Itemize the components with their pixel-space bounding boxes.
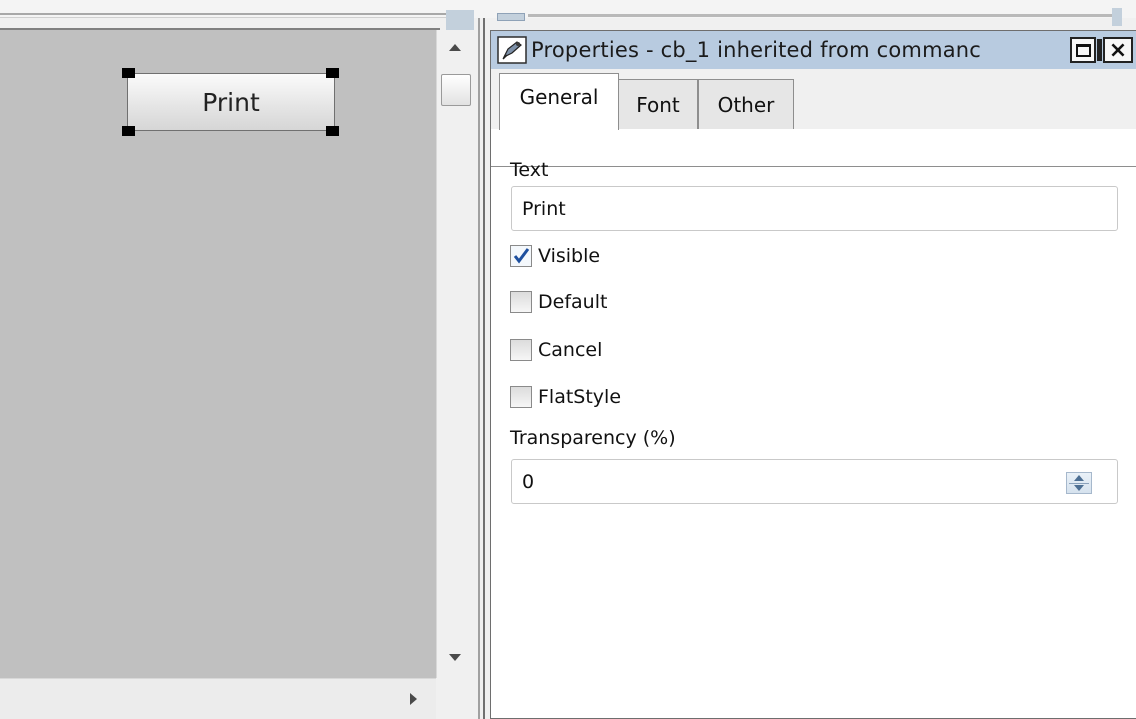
top-toolbar-strip <box>0 0 1136 30</box>
transparency-label: Transparency (%) <box>510 427 676 449</box>
ruler-bar <box>528 14 1118 17</box>
toolbar-tab-stub-2 <box>497 13 525 21</box>
cancel-checkbox-row[interactable]: Cancel <box>510 335 602 365</box>
checkmark-icon <box>513 248 530 264</box>
maximize-icon[interactable] <box>1070 37 1096 63</box>
transparency-field[interactable]: 0 <box>511 459 1118 504</box>
tab-other[interactable]: Other <box>698 79 794 129</box>
splitter-line-dark <box>483 18 485 719</box>
toolbar-divider-light <box>0 17 446 18</box>
text-field-value: Print <box>522 197 566 220</box>
horizontal-scrollbar[interactable] <box>0 678 436 719</box>
spin-up-arrow[interactable] <box>1074 475 1084 481</box>
flatstyle-checkbox[interactable] <box>510 386 532 408</box>
transparency-value: 0 <box>522 470 535 493</box>
properties-panel: Properties - cb_1 inherited from commanc… <box>490 30 1136 719</box>
properties-tabs: General Font Other <box>491 69 1136 167</box>
default-checkbox[interactable] <box>510 291 532 313</box>
print-button-label: Print <box>202 87 260 117</box>
flatstyle-label: FlatStyle <box>538 386 622 408</box>
toolbar-tab-stub <box>446 10 474 30</box>
selection-handle-bottom-left[interactable] <box>122 126 135 136</box>
ruler-end-marker <box>1112 8 1122 26</box>
arrow-right-icon[interactable] <box>410 693 417 705</box>
tab-general[interactable]: General <box>499 73 619 130</box>
visible-checkbox[interactable] <box>510 245 532 267</box>
vertical-scrollbar[interactable] <box>436 30 474 678</box>
properties-title: Properties - cb_1 inherited from commanc <box>531 38 982 62</box>
print-button[interactable]: Print <box>127 73 335 131</box>
tabs-baseline <box>491 166 1136 167</box>
properties-title-bar[interactable]: Properties - cb_1 inherited from commanc… <box>491 31 1136 69</box>
pane-splitter[interactable] <box>474 18 488 719</box>
visible-checkbox-row[interactable]: Visible <box>510 241 600 271</box>
close-icon[interactable]: × <box>1103 37 1133 63</box>
tab-font[interactable]: Font <box>618 79 698 129</box>
visible-label: Visible <box>538 245 601 267</box>
text-field[interactable]: Print <box>511 186 1118 231</box>
arrow-up-icon[interactable] <box>449 44 461 51</box>
toolbar-divider <box>0 13 446 15</box>
splitter-line <box>478 18 480 719</box>
text-field-label: Text <box>510 159 549 181</box>
selection-handle-top-right[interactable] <box>326 68 339 78</box>
cancel-checkbox[interactable] <box>510 339 532 361</box>
cancel-label: Cancel <box>538 339 603 361</box>
spin-divider <box>1069 483 1089 484</box>
arrow-down-icon[interactable] <box>449 654 461 661</box>
scrollbar-corner <box>436 678 474 719</box>
title-button-separator <box>1097 39 1102 61</box>
selection-handle-top-left[interactable] <box>122 68 135 78</box>
default-checkbox-row[interactable]: Default <box>510 287 607 317</box>
spin-updown-icon[interactable] <box>1066 472 1092 494</box>
default-label: Default <box>538 291 608 313</box>
selection-handle-bottom-right[interactable] <box>326 126 339 136</box>
scroll-thumb[interactable] <box>441 74 471 106</box>
properties-icon <box>497 36 527 64</box>
spin-down-arrow[interactable] <box>1074 485 1084 491</box>
flatstyle-checkbox-row[interactable]: FlatStyle <box>510 382 621 412</box>
